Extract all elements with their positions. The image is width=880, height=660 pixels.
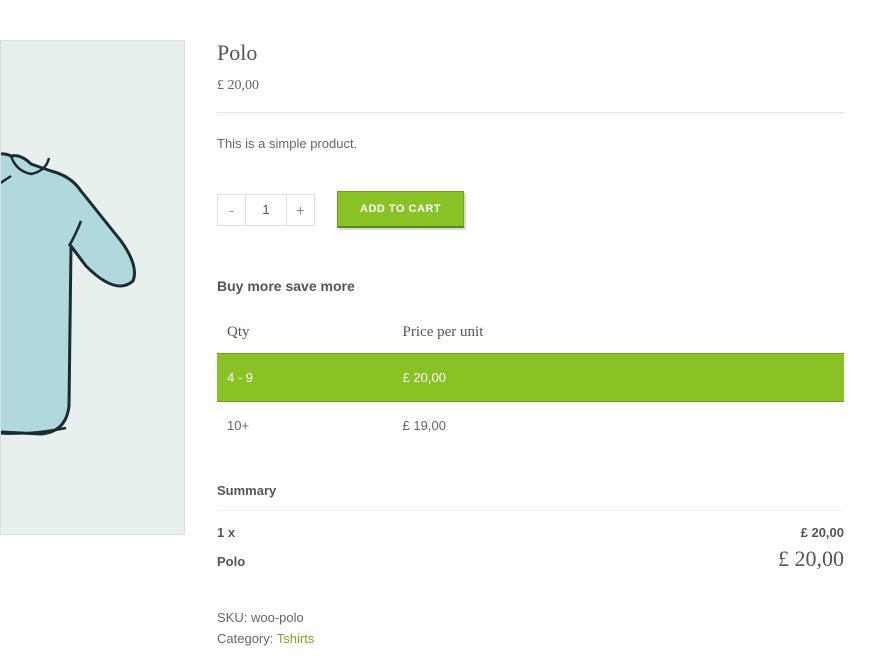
quantity-stepper: - +	[217, 194, 315, 226]
tier-pricing-table: Qty Price per unit 4 - 9 £ 20,00 10+ £ 1…	[217, 314, 844, 449]
qty-plus-button[interactable]: +	[286, 195, 314, 225]
summary-qty: 1 x	[217, 525, 235, 540]
tier-row[interactable]: 4 - 9 £ 20,00	[217, 354, 844, 402]
tier-price: £ 20,00	[393, 354, 844, 402]
tier-price: £ 19,00	[393, 402, 844, 450]
product-description: This is a simple product.	[217, 136, 844, 151]
summary-product-name: Polo	[217, 554, 245, 569]
divider	[217, 112, 844, 114]
tier-qty: 4 - 9	[217, 354, 393, 402]
product-title: Polo	[217, 40, 844, 66]
summary-line-price: £ 20,00	[801, 525, 844, 540]
tier-row[interactable]: 10+ £ 19,00	[217, 402, 844, 450]
tier-qty: 10+	[217, 402, 393, 450]
product-price: £ 20,00	[217, 78, 844, 94]
summary-total: £ 20,00	[778, 546, 844, 572]
add-to-cart-button[interactable]: ADD TO CART	[337, 191, 464, 228]
qty-minus-button[interactable]: -	[218, 195, 246, 225]
tier-col-qty: Qty	[217, 314, 393, 354]
tier-heading: Buy more save more	[217, 278, 844, 294]
product-meta: SKU: woo-polo Category: Tshirts	[217, 608, 844, 650]
tier-col-price: Price per unit	[393, 314, 844, 354]
category-label: Category:	[217, 631, 277, 646]
summary-heading: Summary	[217, 483, 844, 498]
quantity-input[interactable]	[246, 195, 286, 225]
summary-divider	[217, 510, 844, 511]
sku-label: SKU:	[217, 610, 251, 625]
category-link[interactable]: Tshirts	[277, 631, 315, 646]
sku-value: woo-polo	[251, 610, 304, 625]
product-image[interactable]	[0, 40, 185, 535]
